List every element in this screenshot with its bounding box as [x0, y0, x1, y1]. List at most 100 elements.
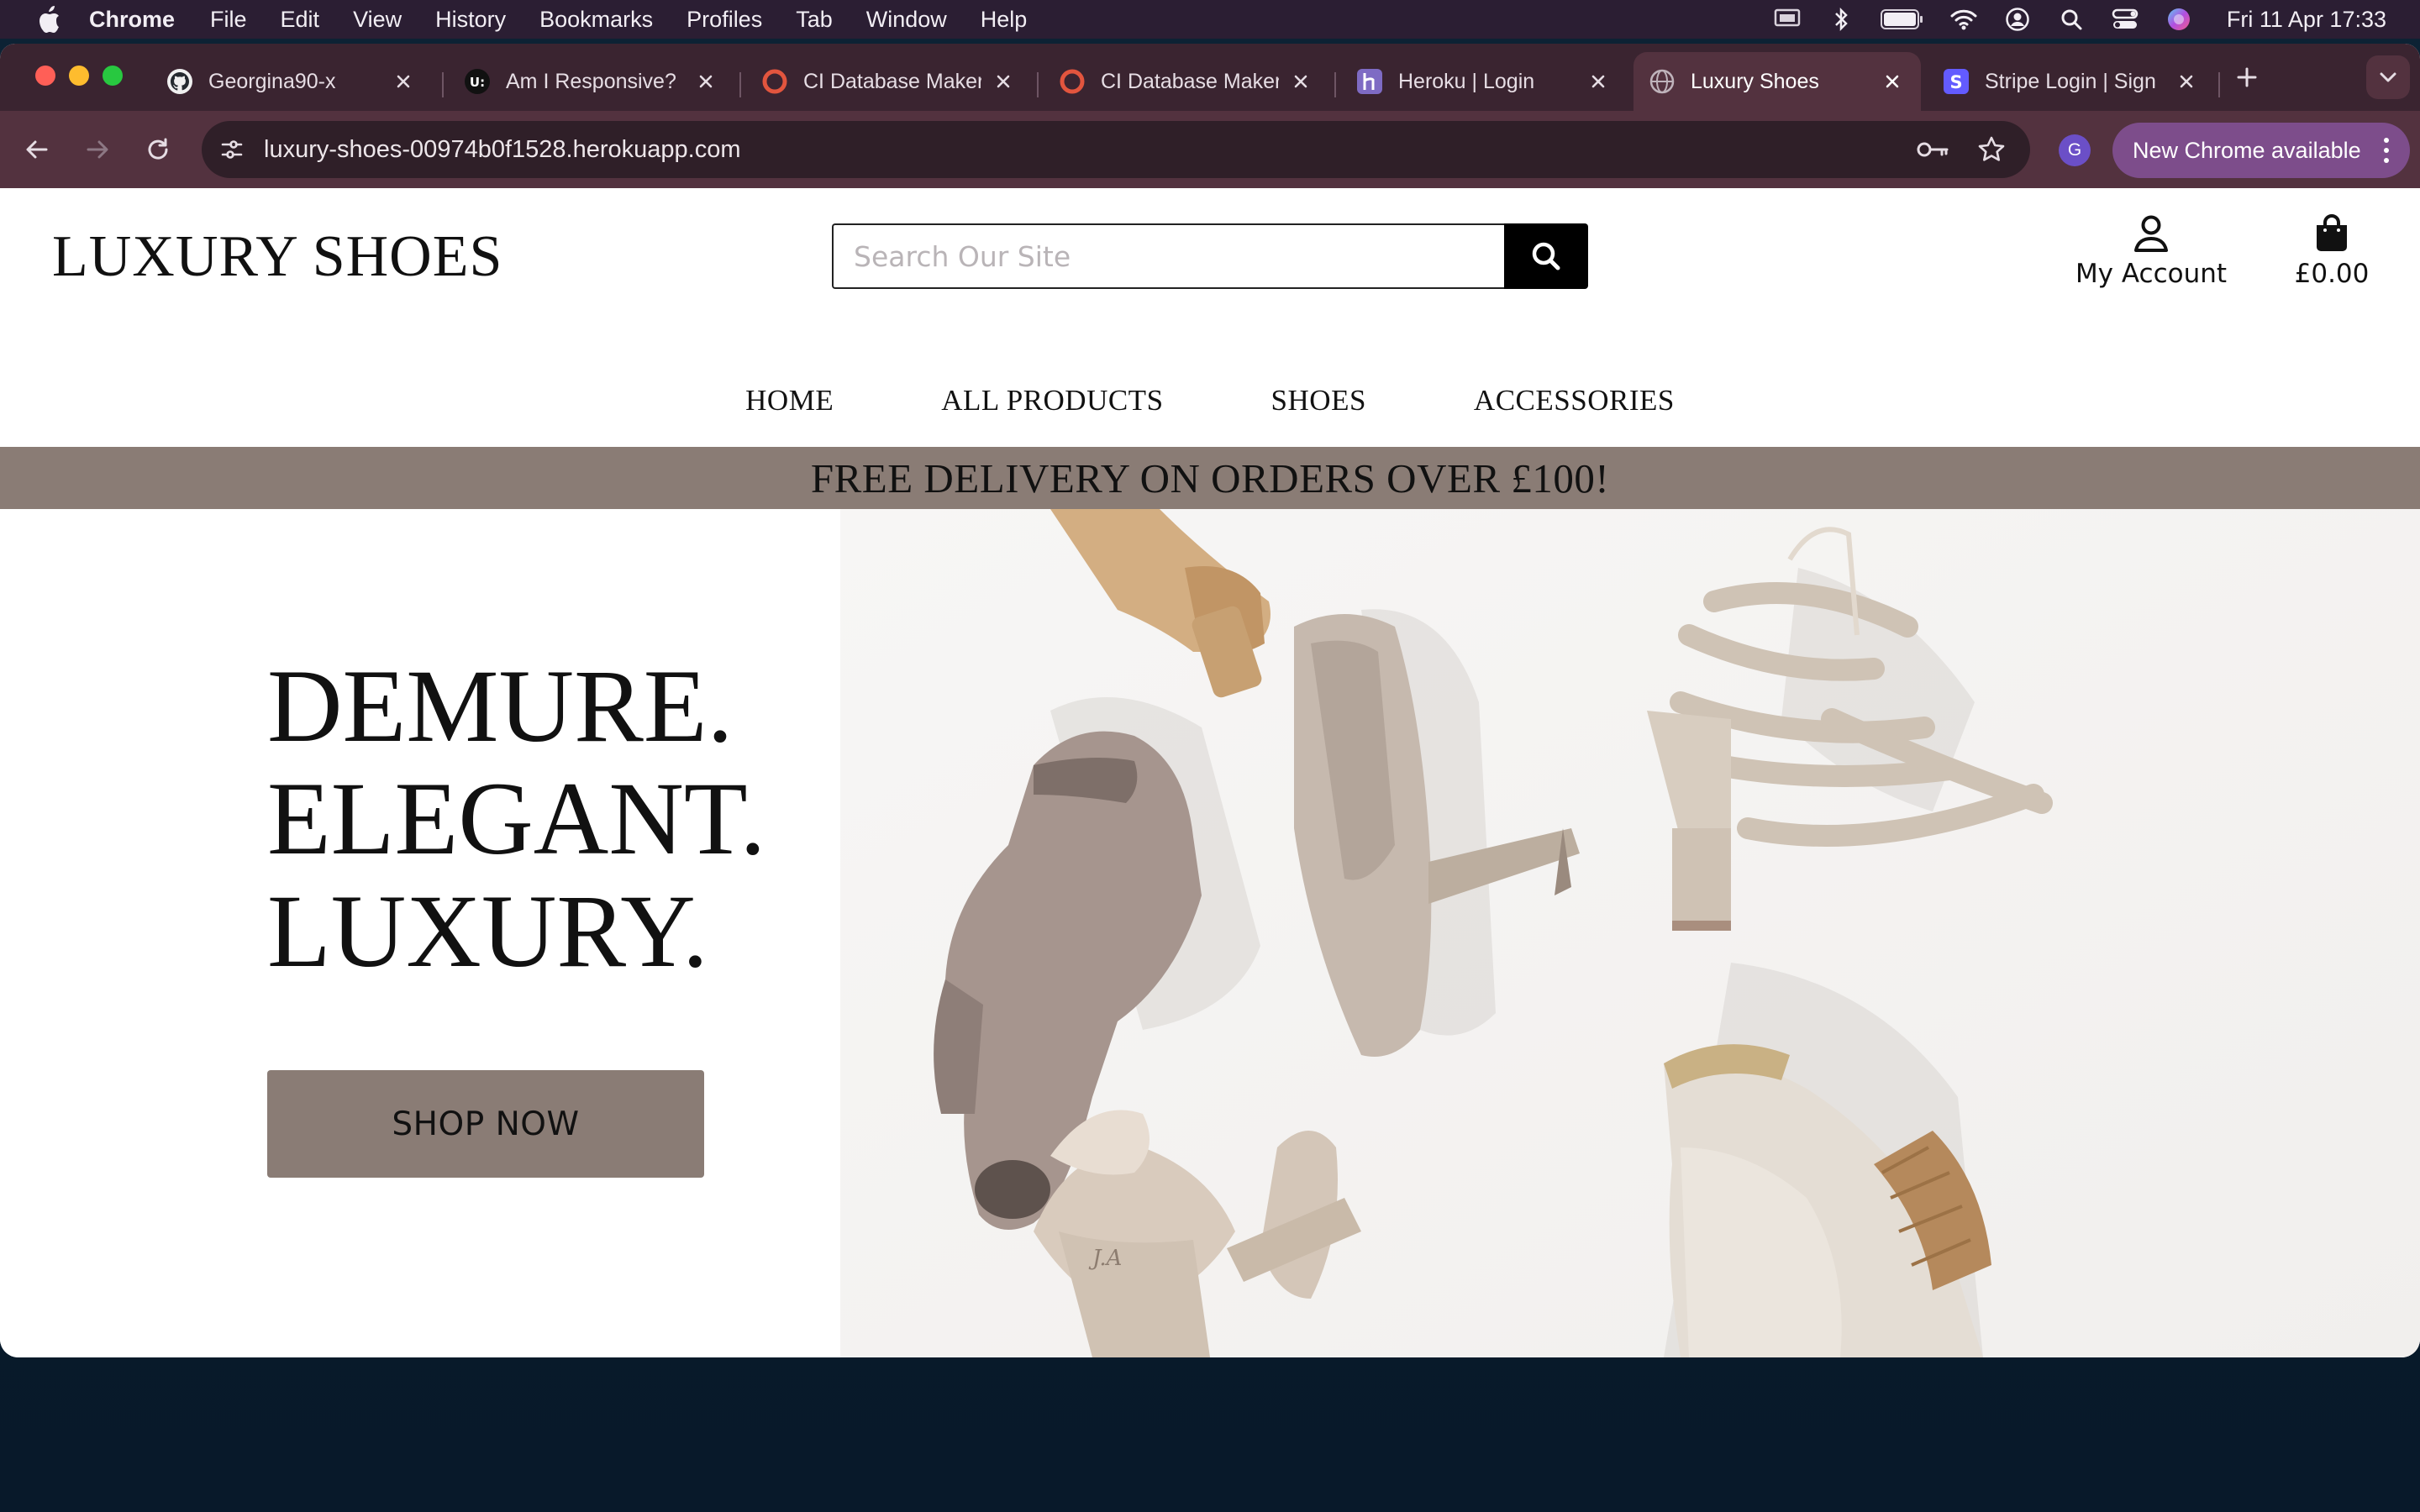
- shop-now-button[interactable]: SHOP NOW: [267, 1070, 704, 1178]
- menu-edit[interactable]: Edit: [281, 7, 320, 33]
- bluetooth-icon[interactable]: [1827, 7, 1855, 32]
- menu-bar-status-area: Fri 11 Apr 17:33: [1773, 0, 2386, 39]
- menu-bar-clock[interactable]: Fri 11 Apr 17:33: [2227, 7, 2386, 33]
- svg-text:S: S: [1949, 72, 1962, 92]
- new-chrome-available-button[interactable]: New Chrome available: [2112, 123, 2410, 178]
- main-navigation: HOME ALL PRODUCTS SHOES ACCESSORIES: [0, 380, 2420, 422]
- forward-arrow-icon[interactable]: [79, 131, 116, 168]
- browser-window: Georgina90-x U: Am I Responsive? CI Data…: [0, 44, 2420, 1357]
- tab-separator: [2218, 72, 2220, 97]
- search-button[interactable]: [1504, 223, 1588, 289]
- search-icon: [1530, 240, 1562, 272]
- tab-title: Stripe Login | Sign: [1985, 69, 2156, 93]
- browser-toolbar: luxury-shoes-00974b0f1528.herokuapp.com …: [0, 111, 2420, 188]
- nav-shoes[interactable]: SHOES: [1271, 384, 1366, 417]
- battery-icon[interactable]: [1880, 7, 1924, 32]
- tab-search-chevron-down-icon[interactable]: [2366, 55, 2410, 99]
- web-page: LUXURY SHOES My Account £0.00 HOME ALL P…: [0, 188, 2420, 1357]
- ci-database-icon: [761, 68, 788, 95]
- close-tab-icon[interactable]: [390, 68, 417, 95]
- nav-all-products[interactable]: ALL PRODUCTS: [941, 384, 1163, 417]
- close-tab-icon[interactable]: [1879, 68, 1906, 95]
- tab-ci-database-maker[interactable]: CI Database Maker: [744, 52, 1032, 111]
- hero-shoe-brand-mark: J.A: [1088, 1246, 1122, 1271]
- menu-tab[interactable]: Tab: [796, 7, 833, 33]
- tab-ci-database-maker-2[interactable]: CI Database Maker: [1042, 52, 1329, 111]
- user-icon[interactable]: [2003, 7, 2032, 32]
- siri-icon[interactable]: [2165, 7, 2193, 32]
- close-tab-icon[interactable]: [692, 68, 719, 95]
- tab-title: Georgina90-x: [208, 69, 336, 93]
- free-delivery-banner: FREE DELIVERY ON ORDERS OVER £100!: [0, 447, 2420, 509]
- my-account-label: My Account: [2075, 259, 2228, 289]
- address-bar[interactable]: luxury-shoes-00974b0f1528.herokuapp.com: [202, 121, 2030, 178]
- control-center-icon[interactable]: [2111, 7, 2139, 32]
- tab-am-i-responsive[interactable]: U: Am I Responsive?: [447, 52, 734, 111]
- bookmark-star-icon[interactable]: [1975, 133, 2008, 166]
- site-settings-icon[interactable]: [213, 131, 250, 168]
- menu-profiles[interactable]: Profiles: [687, 7, 762, 33]
- macos-menu-bar: Chrome File Edit View History Bookmarks …: [0, 0, 2420, 39]
- tab-stripe-login[interactable]: S Stripe Login | Sign: [1928, 52, 2215, 111]
- tab-separator: [1334, 72, 1336, 97]
- search-input[interactable]: [832, 223, 1506, 289]
- spotlight-search-icon[interactable]: [2057, 7, 2086, 32]
- hero-line-3: LUXURY.: [267, 874, 708, 989]
- nav-home[interactable]: HOME: [745, 384, 834, 417]
- apple-menu-icon[interactable]: [34, 4, 64, 34]
- heroku-icon: [1356, 68, 1383, 95]
- nav-accessories[interactable]: ACCESSORIES: [1474, 384, 1675, 417]
- tab-title: CI Database Maker: [803, 69, 981, 93]
- am-i-responsive-icon: U:: [464, 68, 491, 95]
- tab-title: Am I Responsive?: [506, 69, 676, 93]
- user-account-icon: [2132, 213, 2170, 254]
- close-window-button[interactable]: [35, 66, 55, 86]
- hero-line-1: DEMURE.: [267, 648, 734, 764]
- ci-database-icon: [1059, 68, 1086, 95]
- menu-bookmarks[interactable]: Bookmarks: [539, 7, 653, 33]
- tab-github[interactable]: Georgina90-x: [150, 52, 432, 111]
- tab-separator: [1037, 72, 1039, 97]
- back-arrow-icon[interactable]: [18, 131, 55, 168]
- hero-section: J.A DEMURE. ELEGANT. LUXURY. SHOP NOW: [0, 509, 2420, 1357]
- banner-text: FREE DELIVERY ON ORDERS OVER £100!: [810, 454, 1610, 501]
- site-logo[interactable]: LUXURY SHOES: [52, 223, 502, 291]
- menu-help[interactable]: Help: [981, 7, 1028, 33]
- hero-shoes-image: J.A: [840, 509, 2420, 1357]
- close-tab-icon[interactable]: [1287, 68, 1314, 95]
- tab-title: Luxury Shoes: [1691, 69, 1819, 93]
- menu-window[interactable]: Window: [866, 7, 947, 33]
- close-tab-icon[interactable]: [990, 68, 1017, 95]
- hero-line-2: ELEGANT.: [267, 761, 766, 876]
- tab-title: Heroku | Login: [1398, 69, 1535, 93]
- stripe-icon: S: [1943, 68, 1970, 95]
- close-tab-icon[interactable]: [2173, 68, 2200, 95]
- shopping-bag-link[interactable]: £0.00: [2286, 213, 2378, 297]
- new-tab-plus-icon[interactable]: [2232, 62, 2262, 92]
- menu-app-name[interactable]: Chrome: [89, 7, 175, 33]
- menu-history[interactable]: History: [435, 7, 506, 33]
- svg-text:U:: U:: [470, 75, 485, 90]
- tab-luxury-shoes[interactable]: Luxury Shoes: [1634, 52, 1921, 111]
- bag-total: £0.00: [2294, 259, 2370, 289]
- tab-separator: [739, 72, 741, 97]
- my-account-link[interactable]: My Account: [2067, 213, 2235, 297]
- wifi-icon[interactable]: [1949, 7, 1978, 32]
- globe-icon: [1649, 68, 1676, 95]
- reload-icon[interactable]: [139, 131, 176, 168]
- screen-mirroring-icon[interactable]: [1773, 7, 1802, 32]
- profile-avatar[interactable]: G: [2059, 134, 2091, 166]
- minimize-window-button[interactable]: [69, 66, 89, 86]
- tab-heroku-login[interactable]: Heroku | Login: [1339, 52, 1627, 111]
- tab-title: CI Database Maker: [1101, 69, 1279, 93]
- zoom-window-button[interactable]: [103, 66, 123, 86]
- more-menu-icon[interactable]: [2381, 138, 2391, 163]
- password-key-icon[interactable]: [1916, 133, 1949, 166]
- address-bar-url[interactable]: luxury-shoes-00974b0f1528.herokuapp.com: [264, 136, 740, 164]
- menu-file[interactable]: File: [210, 7, 247, 33]
- update-label: New Chrome available: [2133, 137, 2361, 163]
- menu-view[interactable]: View: [353, 7, 402, 33]
- tab-strip: Georgina90-x U: Am I Responsive? CI Data…: [0, 44, 2420, 111]
- github-icon: [166, 68, 193, 95]
- close-tab-icon[interactable]: [1585, 68, 1612, 95]
